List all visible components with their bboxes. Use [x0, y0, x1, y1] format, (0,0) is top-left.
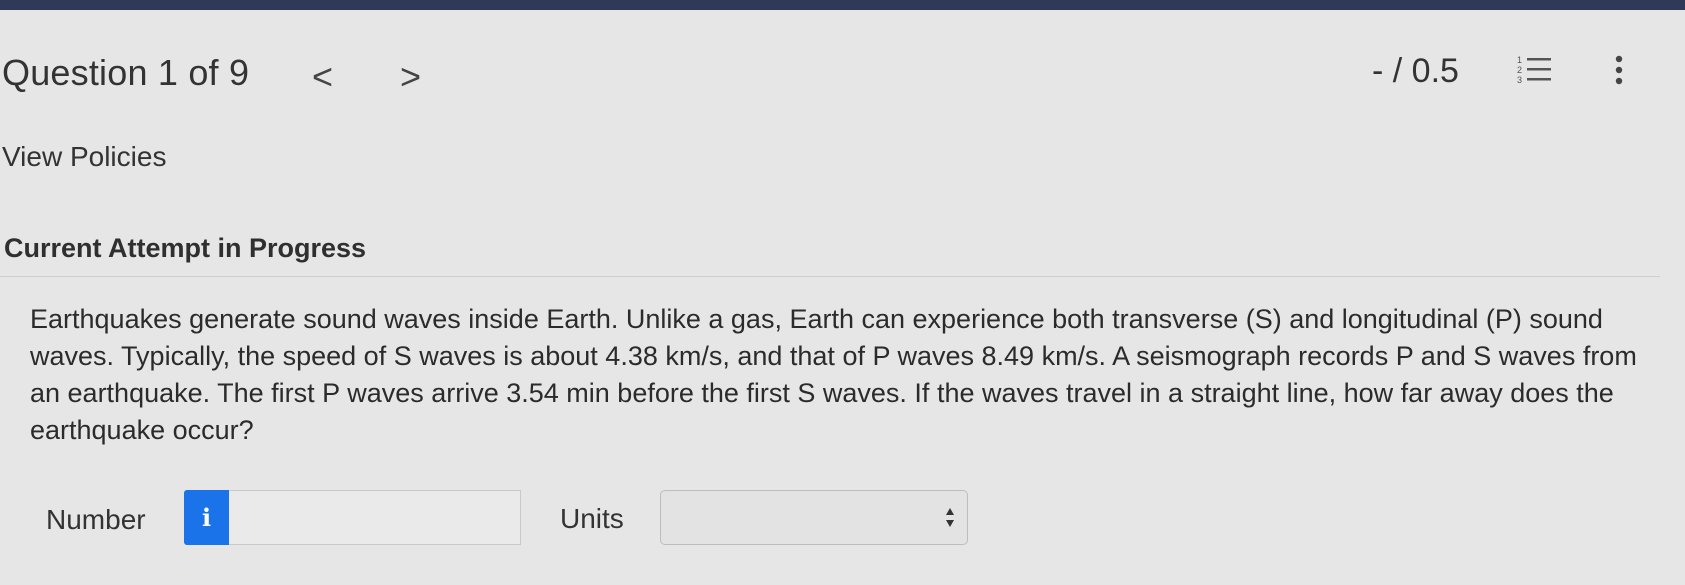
previous-question-button[interactable]: < [312, 56, 333, 98]
view-policies-link[interactable]: View Policies [2, 141, 166, 173]
next-question-button[interactable]: > [400, 56, 421, 98]
select-arrows-icon [946, 508, 954, 527]
attempt-status-heading: Current Attempt in Progress [4, 233, 367, 263]
top-bar [0, 0, 1685, 10]
question-text: Earthquakes generate sound waves inside … [30, 304, 1637, 445]
vertical-ellipsis-icon[interactable] [1612, 54, 1626, 86]
units-label: Units [560, 503, 624, 534]
number-input[interactable] [229, 490, 521, 545]
info-button[interactable]: i [184, 490, 229, 545]
units-select[interactable] [660, 490, 968, 545]
score-display: - / 0.5 [1372, 52, 1459, 90]
number-label: Number [46, 504, 146, 535]
numbered-list-icon[interactable]: 1 2 3 [1517, 54, 1555, 86]
svg-text:3: 3 [1517, 75, 1522, 85]
svg-text:2: 2 [1517, 65, 1522, 75]
question-title: Question 1 of 9 [2, 52, 250, 93]
svg-text:1: 1 [1517, 55, 1522, 65]
section-divider [0, 276, 1660, 277]
